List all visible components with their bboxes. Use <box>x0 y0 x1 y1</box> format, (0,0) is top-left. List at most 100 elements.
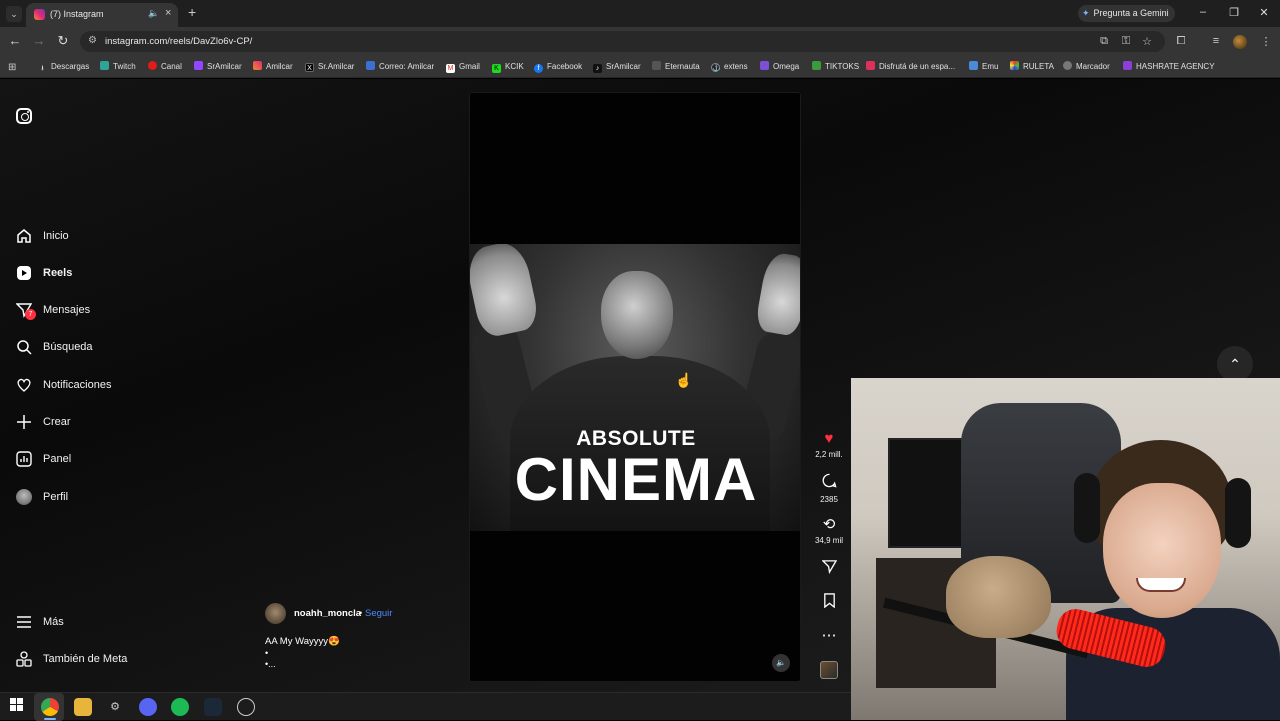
file-explorer-icon[interactable] <box>74 698 92 716</box>
bookmark-label: TIKTOKS <box>825 62 860 71</box>
profile-avatar[interactable] <box>1233 35 1247 49</box>
url-bar[interactable]: ⚙ instagram.com/reels/DavZlo6v-CP/ ⧉ ⚿ ☆ <box>80 31 1165 52</box>
steam-icon[interactable] <box>204 698 222 716</box>
gemini-button[interactable]: ✦ Pregunta a Gemini <box>1078 5 1175 22</box>
more-dots-icon: ⋯ <box>821 627 837 644</box>
repost-icon: ⟲ <box>822 516 836 533</box>
tab-close-button[interactable]: × <box>165 7 171 19</box>
bookmark-disfruta[interactable]: Disfrutá de un espa... <box>866 61 955 73</box>
sidebar-item-panel[interactable]: Panel <box>16 449 71 469</box>
audio-thumbnail[interactable] <box>820 661 838 679</box>
bookmark-twitch[interactable]: Twitch <box>100 61 136 73</box>
bookmark-sramilcar-1[interactable]: SrAmilcar <box>194 61 242 73</box>
follow-button[interactable]: Seguir <box>365 608 392 619</box>
sidebar-item-mas[interactable]: Más <box>16 612 64 632</box>
apps-grid-icon[interactable]: ⊞ <box>8 62 16 73</box>
author-avatar[interactable] <box>265 603 286 624</box>
home-icon <box>16 228 32 244</box>
bookmark-label: Canal <box>161 62 182 71</box>
bookmark-extens[interactable]: ⚓ extens <box>711 61 748 73</box>
restore-button[interactable]: ❐ <box>1227 6 1241 19</box>
media-control-icon[interactable]: ≡ <box>1209 35 1223 47</box>
comment-button[interactable]: 2385 <box>810 473 848 504</box>
omega-icon <box>760 61 769 70</box>
document-icon <box>652 61 661 70</box>
bookmark-canal[interactable]: Canal <box>148 61 182 73</box>
sidebar-item-label: Panel <box>43 453 72 465</box>
more-options-button[interactable]: ⋯ <box>810 627 848 644</box>
bookmark-gmail[interactable]: M Gmail <box>446 61 480 73</box>
bookmark-kcik[interactable]: K KCIK <box>492 61 524 73</box>
bookmark-label: Eternauta <box>665 62 700 71</box>
new-tab-button[interactable]: + <box>188 5 196 19</box>
bookmark-amilcar[interactable]: Amilcar <box>253 61 293 73</box>
tab-title: (7) Instagram <box>50 9 104 19</box>
speaker-icon[interactable]: 🔈 <box>148 8 159 19</box>
repost-button[interactable]: ⟲ 34,9 mil <box>810 516 848 545</box>
volume-icon[interactable]: 🔈 <box>772 654 790 672</box>
windows-start-icon[interactable] <box>7 698 25 716</box>
bookmark-ruleta[interactable]: RULETA <box>1010 61 1054 73</box>
spotify-icon[interactable] <box>171 698 189 716</box>
comment-count: 2385 <box>820 495 838 504</box>
bookmark-omega[interactable]: Omega <box>760 61 799 73</box>
browser-tab-instagram[interactable]: (7) Instagram 🔈 × <box>26 3 178 27</box>
bookmark-hashrate[interactable]: HASHRATE AGENCY <box>1123 61 1215 73</box>
author-username[interactable]: noahh_moncla <box>294 608 361 619</box>
sidebar-item-meta[interactable]: También de Meta <box>16 649 127 669</box>
sidebar-item-inicio[interactable]: Inicio <box>16 226 69 246</box>
save-button[interactable] <box>810 593 848 612</box>
sidebar-item-label: Reels <box>43 267 73 279</box>
extensions-icon[interactable]: ⧠ <box>1174 35 1188 48</box>
bookmark-correo-amilcar[interactable]: Correo: Amilcar <box>366 61 434 73</box>
browser-menu-icon[interactable]: ⋮ <box>1259 35 1273 48</box>
hashrate-icon <box>1123 61 1132 70</box>
window-close-button[interactable]: ✕ <box>1257 6 1271 19</box>
bookmark-descargas[interactable]: ⭳ Descargas <box>38 61 89 73</box>
bookmark-emu[interactable]: Emu <box>969 61 998 73</box>
bookmark-tiktoks[interactable]: TIKTOKS <box>812 61 859 73</box>
bookmark-eternauta[interactable]: Eternauta <box>652 61 700 73</box>
taskbar: ⚙ <box>0 692 851 721</box>
bookmark-sr-amilcar[interactable]: X Sr.Amilcar <box>305 61 354 73</box>
reload-icon[interactable]: ↻ <box>56 34 70 48</box>
chrome-icon[interactable] <box>41 698 59 716</box>
bookmark-marcador[interactable]: Marcador <box>1063 61 1110 73</box>
discord-icon[interactable] <box>139 698 157 716</box>
install-app-icon[interactable]: ⧉ <box>1097 35 1111 48</box>
sidebar-item-reels[interactable]: Reels <box>16 263 72 283</box>
bookmark-facebook[interactable]: f Facebook <box>534 61 582 73</box>
bookmark-star-icon[interactable]: ☆ <box>1140 35 1154 48</box>
site-info-icon[interactable]: ⚙ <box>88 35 97 46</box>
tab-list-button[interactable]: ⌄ <box>6 6 22 22</box>
sidebar-item-label: Perfil <box>43 491 69 503</box>
video-frame: ABSOLUTE CINEMA ☝ <box>470 244 800 531</box>
messages-icon: 7 <box>15 302 36 320</box>
avatar-icon <box>16 489 32 505</box>
download-icon: ⭳ <box>41 65 44 72</box>
sidebar-item-perfil[interactable]: Perfil <box>16 487 68 507</box>
separator-dot: • <box>359 608 363 618</box>
sidebar-item-busqueda[interactable]: Búsqueda <box>16 337 93 357</box>
sidebar-item-crear[interactable]: Crear <box>16 412 71 432</box>
obs-icon[interactable] <box>237 698 255 716</box>
sidebar-item-notificaciones[interactable]: Notificaciones <box>16 375 111 395</box>
figure-hand <box>754 250 800 338</box>
previous-reel-button[interactable]: ⌃ <box>1217 346 1253 382</box>
twitch-purple-icon <box>194 61 203 70</box>
back-arrow-icon[interactable]: ← <box>8 34 22 48</box>
caption-more[interactable]: •... <box>265 659 276 669</box>
like-button[interactable]: ♥ 2,2 mill. <box>810 430 848 459</box>
instagram-logo-icon[interactable] <box>16 108 32 124</box>
sidebar-item-mensajes[interactable]: 7 Mensajes <box>15 300 90 320</box>
figure-hand <box>470 244 541 340</box>
reel-video[interactable]: ABSOLUTE CINEMA ☝ 🔈 <box>469 92 801 682</box>
password-key-icon[interactable]: ⚿ <box>1119 35 1133 48</box>
bookmark-label: SrAmilcar <box>606 62 641 71</box>
app-icon[interactable]: ⚙ <box>106 698 124 716</box>
share-button[interactable] <box>810 559 848 578</box>
forward-arrow-icon[interactable]: → <box>32 34 46 48</box>
chevron-up-icon: ⌃ <box>1229 356 1241 372</box>
bookmark-sramilcar-2[interactable]: ♪ SrAmilcar <box>593 61 641 73</box>
minimize-button[interactable]: – <box>1196 6 1210 18</box>
